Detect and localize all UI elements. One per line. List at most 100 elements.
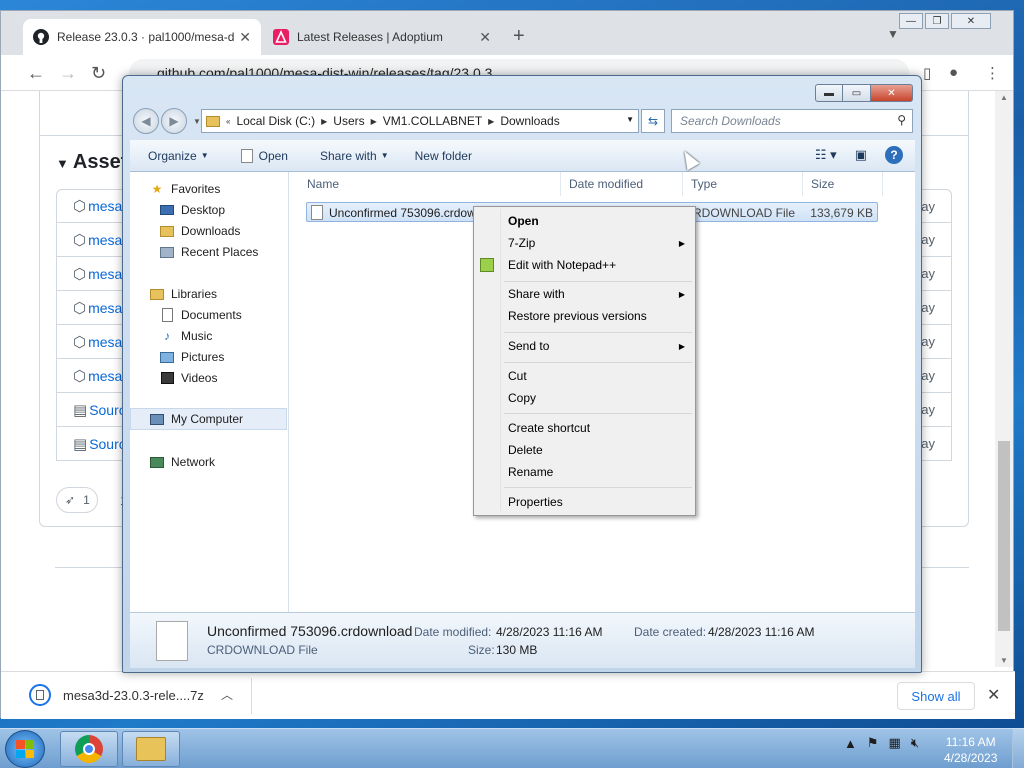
details-size-label: Size:: [468, 643, 495, 657]
nav-item-documents[interactable]: Documents: [160, 308, 242, 322]
chevron-down-icon: ▼: [200, 151, 209, 160]
minimize-icon[interactable]: ▬: [815, 84, 843, 102]
folder-icon: [206, 115, 220, 127]
clock[interactable]: 11:16 AM 4/28/2023: [944, 734, 997, 766]
minimize-icon[interactable]: —: [899, 13, 923, 29]
breadcrumb-arrow-icon[interactable]: ▶: [488, 117, 494, 126]
scroll-down-icon[interactable]: ▼: [1000, 656, 1008, 665]
refresh-icon[interactable]: ⇆: [641, 109, 665, 133]
forward-icon[interactable]: →: [59, 63, 77, 84]
navigation-pane: ★ Favorites Desktop Downloads Recent Plac…: [130, 172, 289, 612]
breadcrumb-vm1[interactable]: VM1.COLLABNET: [383, 114, 482, 128]
tab-release-title: Release 23.0.3 · pal1000/mesa-di: [57, 30, 235, 44]
column-date-modified[interactable]: Date modified: [561, 172, 683, 196]
taskbar: ▲ ⚑ ▦ 🔇︎ 11:16 AM 4/28/2023: [0, 728, 1024, 768]
chevron-up-icon[interactable]: ︿: [221, 686, 233, 703]
chevron-down-icon[interactable]: ▼: [887, 27, 899, 41]
share-with-button[interactable]: Share with ▼: [320, 149, 389, 163]
organize-button[interactable]: Organize ▼: [148, 149, 209, 163]
taskbar-explorer[interactable]: [122, 731, 180, 767]
nav-item-favorites[interactable]: ★ Favorites: [150, 182, 221, 196]
menu-item-delete[interactable]: Delete: [508, 443, 543, 457]
preview-pane-icon[interactable]: ▣: [855, 147, 867, 163]
taskbar-chrome[interactable]: [60, 731, 118, 767]
new-folder-button[interactable]: New folder: [415, 149, 472, 163]
help-icon[interactable]: ?: [885, 146, 903, 164]
menu-icon[interactable]: ⋮: [985, 64, 1000, 82]
computer-icon: [150, 412, 164, 426]
column-size[interactable]: Size: [803, 172, 883, 196]
github-icon: [33, 29, 49, 45]
nav-item-my-computer[interactable]: My Computer: [130, 408, 287, 430]
network-status-icon[interactable]: ▦: [889, 735, 901, 751]
search-icon[interactable]: ⚲: [897, 113, 906, 127]
view-options-icon[interactable]: ☷ ▾: [815, 147, 837, 163]
menu-item-edit-notepad[interactable]: Edit with Notepad++: [508, 258, 616, 272]
menu-item-create-shortcut[interactable]: Create shortcut: [508, 421, 590, 435]
breadcrumb-downloads[interactable]: Downloads: [500, 114, 559, 128]
nav-item-pictures[interactable]: Pictures: [160, 350, 224, 364]
nav-item-recent-places[interactable]: Recent Places: [160, 245, 258, 259]
scroll-up-icon[interactable]: ▲: [1000, 93, 1008, 102]
explorer-icon: [136, 737, 166, 761]
volume-muted-icon[interactable]: 🔇︎: [911, 735, 919, 751]
reaction-button[interactable]: ➶ 1: [56, 487, 98, 513]
column-name[interactable]: Name: [299, 172, 561, 196]
close-tab-icon[interactable]: ✕: [239, 29, 251, 46]
profile-icon[interactable]: ●: [949, 64, 958, 81]
show-all-button[interactable]: Show all: [897, 682, 975, 710]
back-icon[interactable]: ◀: [133, 108, 159, 134]
menu-item-share-with[interactable]: Share with: [508, 287, 565, 301]
new-tab-icon[interactable]: +: [513, 25, 525, 48]
nav-item-downloads[interactable]: Downloads: [160, 224, 240, 238]
nav-item-desktop[interactable]: Desktop: [160, 203, 225, 217]
menu-item-open[interactable]: Open: [508, 214, 539, 228]
column-type[interactable]: Type: [683, 172, 803, 196]
menu-item-copy[interactable]: Copy: [508, 391, 536, 405]
breadcrumb-users[interactable]: Users: [333, 114, 364, 128]
music-icon: ♪: [164, 329, 170, 343]
breadcrumb-arrow-icon[interactable]: ▶: [371, 117, 377, 126]
close-icon[interactable]: ✕: [871, 84, 913, 102]
close-icon[interactable]: ✕: [987, 685, 1000, 705]
back-icon[interactable]: ←: [27, 63, 45, 84]
tab-release[interactable]: Release 23.0.3 · pal1000/mesa-di ✕: [23, 19, 261, 55]
close-tab-icon[interactable]: ✕: [479, 29, 491, 46]
nav-item-music[interactable]: ♪ Music: [160, 329, 212, 343]
download-item[interactable]: mesa3d-23.0.3-rele....7z: [29, 684, 204, 706]
show-hidden-icons-icon[interactable]: ▲: [844, 736, 857, 751]
recent-pages-icon[interactable]: ▼: [193, 117, 201, 134]
side-panel-icon[interactable]: ▯: [923, 64, 931, 82]
menu-item-cut[interactable]: Cut: [508, 369, 527, 383]
show-desktop-button[interactable]: [1012, 729, 1024, 768]
chevron-down-icon[interactable]: ▼: [626, 115, 634, 124]
close-icon[interactable]: ✕: [951, 13, 991, 29]
forward-icon[interactable]: ▶: [161, 108, 187, 134]
documents-icon: [160, 308, 174, 322]
search-input[interactable]: Search Downloads ⚲: [671, 109, 913, 133]
reload-icon[interactable]: ↻: [91, 63, 106, 84]
tab-adoptium[interactable]: Latest Releases | Adoptium ✕: [263, 19, 501, 55]
nav-item-libraries[interactable]: Libraries: [150, 287, 217, 301]
package-icon: ⬡: [73, 333, 87, 351]
nav-item-videos[interactable]: Videos: [160, 371, 217, 385]
menu-item-properties[interactable]: Properties: [508, 495, 563, 509]
start-button[interactable]: [5, 730, 45, 768]
menu-item-7zip[interactable]: 7-Zip: [508, 236, 535, 250]
explorer-address-bar[interactable]: « Local Disk (C:) ▶ Users ▶ VM1.COLLABNE…: [201, 109, 639, 133]
nav-item-network[interactable]: Network: [150, 455, 215, 469]
action-center-icon[interactable]: ⚑: [867, 735, 879, 751]
page-scrollbar[interactable]: ▲ ▼: [995, 91, 1013, 667]
open-button[interactable]: Open: [240, 148, 288, 163]
triangle-down-icon: ▼: [56, 156, 69, 171]
file-icon: [311, 205, 323, 220]
scrollbar-thumb[interactable]: [998, 441, 1010, 631]
breadcrumb-local-disk[interactable]: Local Disk (C:): [236, 114, 315, 128]
menu-item-restore-versions[interactable]: Restore previous versions: [508, 309, 647, 323]
maximize-icon[interactable]: ❐: [925, 13, 949, 29]
maximize-icon[interactable]: ▭: [843, 84, 871, 102]
overflow-icon[interactable]: «: [226, 117, 230, 126]
menu-item-rename[interactable]: Rename: [508, 465, 553, 479]
menu-item-send-to[interactable]: Send to: [508, 339, 549, 353]
breadcrumb-arrow-icon[interactable]: ▶: [321, 117, 327, 126]
